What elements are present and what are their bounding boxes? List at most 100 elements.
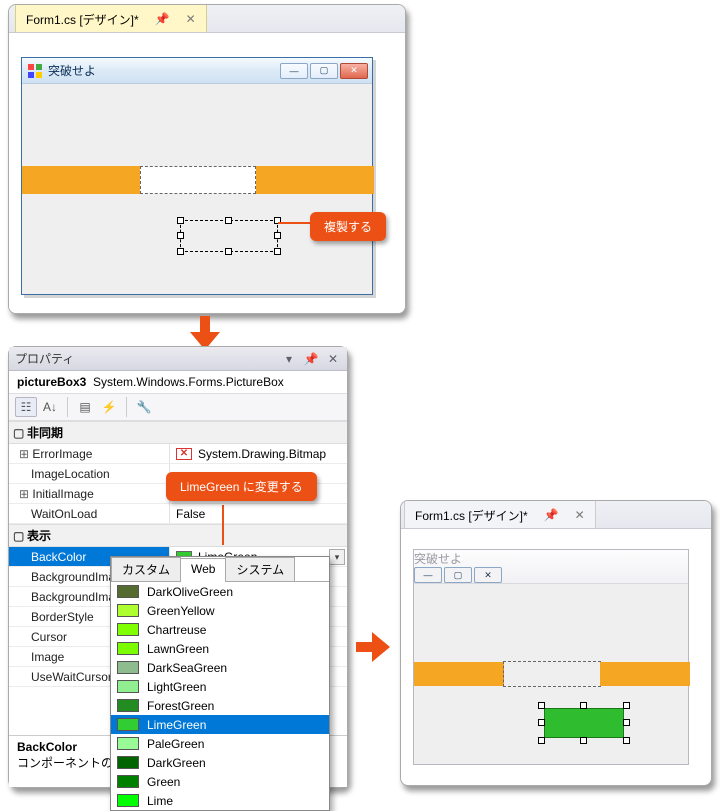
tab-label: Form1.cs [デザイン]* [415,507,528,524]
resize-handle[interactable] [623,702,630,709]
window-buttons: — ▢ ✕ [414,567,688,583]
category-display[interactable]: ▢表示 [9,524,347,547]
maximize-button[interactable]: ▢ [310,63,338,79]
color-swatch [117,642,139,655]
close-button[interactable]: ✕ [340,63,368,79]
properties-toolbar: ☷ A↓ ▤ ⚡ 🔧 [9,394,347,421]
resize-handle[interactable] [538,719,545,726]
category-async[interactable]: ▢非同期 [9,421,347,444]
color-swatch [117,718,139,731]
color-item-lime[interactable]: Lime [111,791,329,810]
color-item-lightgreen[interactable]: LightGreen [111,677,329,696]
tab-custom[interactable]: カスタム [111,557,181,581]
document-tab-form1[interactable]: Form1.cs [デザイン]* 📌 ✕ [15,4,207,32]
color-swatch [117,623,139,636]
form-preview[interactable]: 突破せよ — ▢ ✕ [21,57,373,295]
color-list[interactable]: DarkOliveGreen GreenYellow Chartreuse LawnG… [111,582,329,810]
form-titlebar: 突破せよ — ▢ ✕ [414,550,688,584]
error-icon: ✕ [176,448,192,460]
form-titlebar: 突破せよ — ▢ ✕ [22,58,372,84]
tab-label: Form1.cs [デザイン]* [26,11,139,28]
color-item-lawngreen[interactable]: LawnGreen [111,639,329,658]
dropdown-icon[interactable]: ▾ [281,352,297,366]
form-title: 突破せよ [414,552,462,566]
minimize-button[interactable]: — [280,63,308,79]
color-swatch [117,756,139,769]
color-label: DarkSeaGreen [147,661,227,675]
resize-handle[interactable] [623,719,630,726]
flow-arrow-down-icon [190,316,220,350]
callout-text: 複製する [324,220,372,234]
resize-handle[interactable] [538,737,545,744]
picturebox-gap[interactable] [140,166,256,194]
close-icon[interactable]: ✕ [186,12,196,26]
resize-handle[interactable] [225,248,232,255]
color-item-greenyellow[interactable]: GreenYellow [111,601,329,620]
color-tabs: カスタム Web システム [111,557,329,582]
picturebox-orange-right[interactable] [256,166,374,194]
color-item-palegreen[interactable]: PaleGreen [111,734,329,753]
color-item-limegreen[interactable]: LimeGreen [111,715,329,734]
color-item-darkolivegreen[interactable]: DarkOliveGreen [111,582,329,601]
callout-leader [222,505,224,545]
color-swatch [117,794,139,807]
resize-handle[interactable] [274,248,281,255]
categorized-button[interactable]: ☷ [15,397,37,417]
form-preview[interactable]: 突破せよ — ▢ ✕ [413,549,689,765]
minimize-button[interactable]: — [414,567,442,583]
document-tab-form1[interactable]: Form1.cs [デザイン]* 📌 ✕ [404,500,596,528]
color-label: Chartreuse [147,623,206,637]
color-item-darkgreen[interactable]: DarkGreen [111,753,329,772]
resize-handle[interactable] [580,737,587,744]
resize-handle[interactable] [274,232,281,239]
document-tabs: Form1.cs [デザイン]* 📌 ✕ [401,501,711,529]
color-label: GreenYellow [147,604,215,618]
picturebox-orange-right[interactable] [600,662,690,686]
prop-waitonload[interactable]: WaitOnLoad False [9,504,347,524]
close-icon[interactable]: ✕ [575,508,585,522]
prop-errorimage[interactable]: ⊞ ErrorImage ✕System.Drawing.Bitmap [9,444,347,464]
color-item-chartreuse[interactable]: Chartreuse [111,620,329,639]
resize-handle[interactable] [538,702,545,709]
resize-handle[interactable] [225,217,232,224]
form-title: 突破せよ [48,62,274,79]
callout-text: LimeGreen [180,480,239,494]
maximize-button[interactable]: ▢ [444,567,472,583]
selection [542,706,626,740]
color-item-forestgreen[interactable]: ForestGreen [111,696,329,715]
resize-handle[interactable] [177,248,184,255]
designer-surface[interactable]: 突破せよ — ▢ ✕ [9,33,405,314]
properties-button[interactable]: ▤ [74,397,96,417]
resize-handle[interactable] [177,217,184,224]
color-item-green[interactable]: Green [111,772,329,791]
picturebox-copy-selected[interactable] [180,220,278,252]
designer-panel-before: Form1.cs [デザイン]* 📌 ✕ 突破せよ — ▢ ✕ [8,4,406,314]
pin-icon[interactable]: 📌 [538,505,565,525]
alphabetical-button[interactable]: A↓ [39,397,61,417]
designer-panel-after: Form1.cs [デザイン]* 📌 ✕ 突破せよ — ▢ ✕ [400,500,712,786]
color-item-darkseagreen[interactable]: DarkSeaGreen [111,658,329,677]
color-swatch [117,604,139,617]
pin-icon[interactable]: 📌 [303,352,319,366]
color-swatch [117,585,139,598]
picturebox-orange-left[interactable] [22,166,140,194]
resize-handle[interactable] [177,232,184,239]
callout-duplicate: 複製する [310,212,386,241]
picturebox-gap[interactable] [504,662,600,686]
callout-text: に変更する [239,480,302,494]
tab-web[interactable]: Web [180,558,226,582]
close-icon[interactable]: ✕ [325,352,341,366]
color-dropdown[interactable]: カスタム Web システム DarkOliveGreen GreenYellow C… [110,556,330,811]
tab-system[interactable]: システム [225,557,295,581]
property-pages-button[interactable]: 🔧 [133,397,155,417]
color-label: DarkOliveGreen [147,585,233,599]
panel-titlebar: プロパティ ▾ 📌 ✕ [9,347,347,371]
object-selector[interactable]: pictureBox3 System.Windows.Forms.Picture… [9,371,347,394]
resize-handle[interactable] [623,737,630,744]
dropdown-button[interactable]: ▾ [329,549,345,565]
close-button[interactable]: ✕ [474,567,502,583]
pin-icon[interactable]: 📌 [149,9,176,29]
resize-handle[interactable] [580,702,587,709]
events-button[interactable]: ⚡ [98,397,120,417]
picturebox-orange-left[interactable] [414,662,504,686]
